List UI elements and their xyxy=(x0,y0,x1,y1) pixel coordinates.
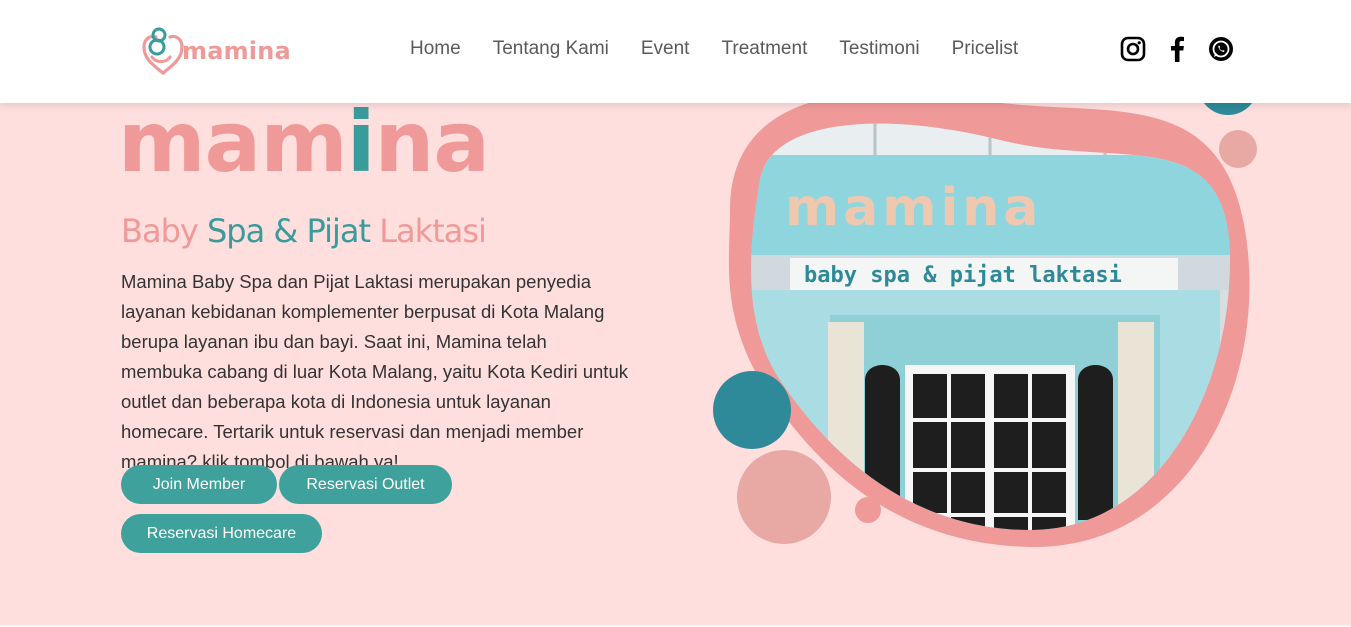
mamina-logo-icon xyxy=(142,27,184,75)
nav-testimoni[interactable]: Testimoni xyxy=(839,38,919,60)
pink-dot-right xyxy=(1219,130,1257,168)
hero-title-part1: mam xyxy=(118,93,348,191)
hero-title-accent: i xyxy=(346,93,376,191)
pink-circle-bottom xyxy=(737,450,831,544)
hero-title: mamina xyxy=(118,100,490,184)
pink-dot-small xyxy=(855,497,881,523)
teal-circle-left xyxy=(713,371,791,449)
facebook-icon[interactable] xyxy=(1164,36,1190,62)
site-header: mamina Home Tentang Kami Event Treatment… xyxy=(0,0,1351,103)
hero-description: Mamina Baby Spa dan Pijat Laktasi merupa… xyxy=(121,271,628,472)
subtitle-laktasi: Laktasi xyxy=(370,212,487,250)
sign-name: mamina xyxy=(785,178,1042,238)
logo[interactable]: mamina xyxy=(140,22,291,80)
nav-tentang-kami[interactable]: Tentang Kami xyxy=(493,38,609,60)
nav-pricelist[interactable]: Pricelist xyxy=(952,38,1019,60)
hero-subtitle: Baby Spa & Pijat Laktasi xyxy=(121,212,487,250)
subtitle-spa: Spa & Pijat xyxy=(206,212,371,250)
hero-title-part2: na xyxy=(374,93,490,191)
main-nav: Home Tentang Kami Event Treatment Testim… xyxy=(410,38,1050,60)
subtitle-baby: Baby xyxy=(121,212,207,250)
nav-event[interactable]: Event xyxy=(641,38,690,60)
join-member-button[interactable]: Join Member xyxy=(121,465,277,504)
storefront-illustration: mamina baby spa & pijat laktasi xyxy=(713,60,1258,548)
sign-sub: baby spa & pijat laktasi xyxy=(804,263,1122,288)
social-links xyxy=(1120,36,1234,62)
reservasi-outlet-button[interactable]: Reservasi Outlet xyxy=(279,465,452,504)
instagram-icon[interactable] xyxy=(1120,36,1146,62)
logo-text: mamina xyxy=(182,37,291,65)
whatsapp-icon[interactable] xyxy=(1208,36,1234,62)
nav-home[interactable]: Home xyxy=(410,38,461,60)
nav-treatment[interactable]: Treatment xyxy=(721,38,807,60)
reservasi-homecare-button[interactable]: Reservasi Homecare xyxy=(121,514,322,553)
